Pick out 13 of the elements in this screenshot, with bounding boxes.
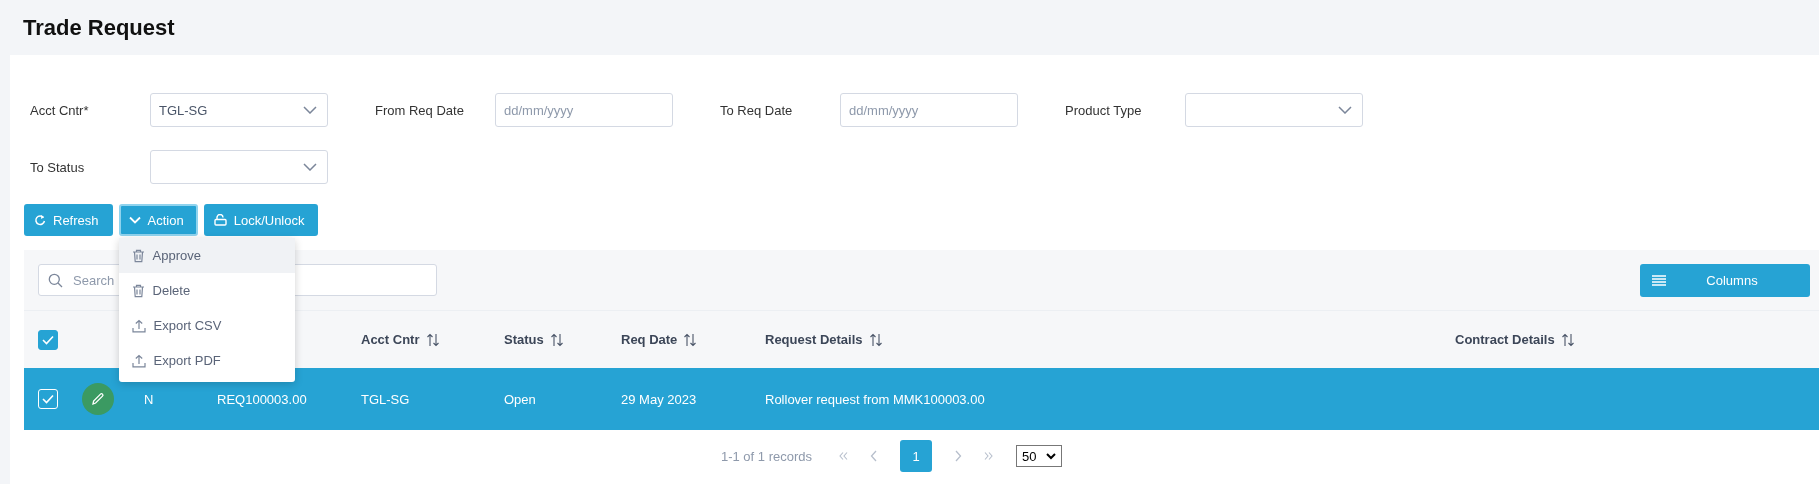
table-cell: Rollover request from MMK100003.00 [765, 391, 985, 407]
field-label: To Status [29, 159, 86, 175]
field-label: Product Type [1064, 102, 1143, 118]
table-cell: Open [504, 391, 536, 407]
records-summary: 1-1 of 1 records [720, 448, 812, 464]
field-label: Acct Cntr* [29, 102, 90, 118]
page-title: Trade Request [23, 14, 175, 41]
field-label: From Req Date [374, 102, 465, 118]
table-cell: 29 May 2023 [621, 391, 697, 407]
table-cell: TGL-SG [361, 391, 410, 407]
field-label: To Req Date [719, 102, 794, 118]
table-cell: REQ100003.00 [217, 391, 307, 407]
table-cell: N [144, 391, 154, 407]
